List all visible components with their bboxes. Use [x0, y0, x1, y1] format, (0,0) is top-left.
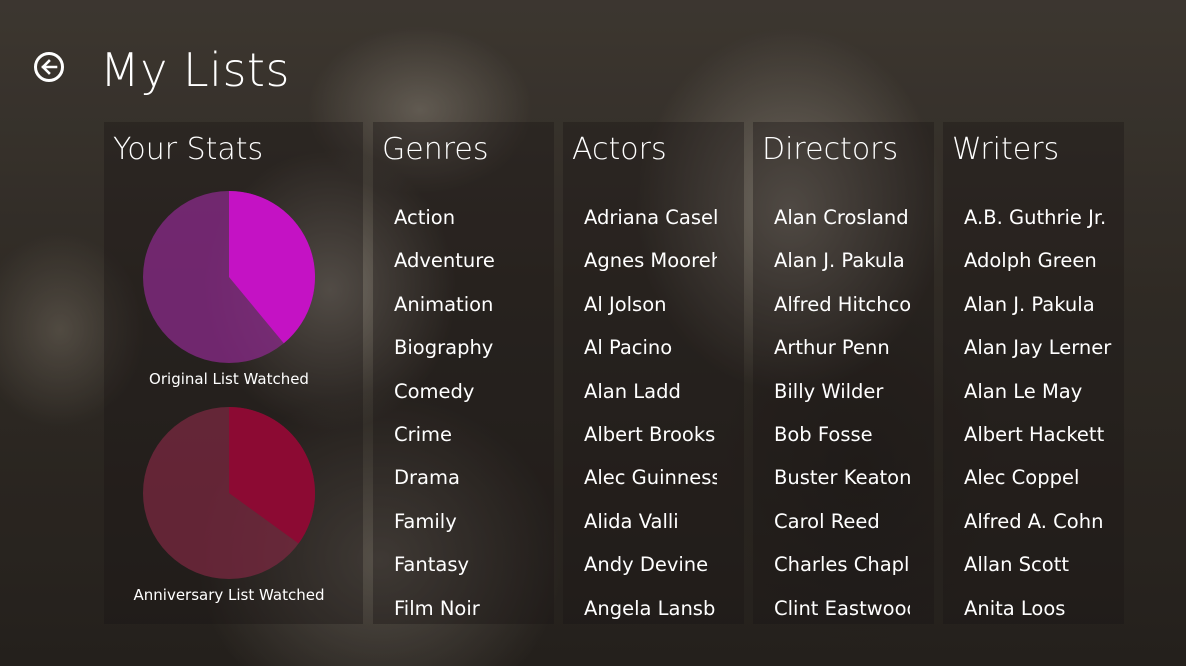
stats-title: Your Stats — [113, 132, 264, 167]
genres-list: Action Adventure Animation Biography Com… — [394, 196, 550, 624]
actor-item[interactable]: Al Pacino — [584, 326, 717, 369]
genre-item[interactable]: Film Noir — [394, 587, 550, 624]
original-watched-label: Original List Watched — [149, 370, 309, 388]
actor-item[interactable]: Al Jolson — [584, 283, 717, 326]
genres-panel: Genres Action Adventure Animation Biogra… — [373, 122, 554, 624]
back-arrow-icon — [41, 59, 58, 75]
director-item[interactable]: Carol Reed — [774, 500, 910, 543]
actors-list: Adriana Caselo Agnes Mooreh Al Jolson Al… — [584, 196, 717, 624]
genres-title[interactable]: Genres — [382, 130, 488, 170]
writer-item[interactable]: Adolph Green — [964, 239, 1120, 282]
genre-item[interactable]: Family — [394, 500, 550, 543]
writer-item[interactable]: Anita Loos — [964, 587, 1120, 624]
director-item[interactable]: Billy Wilder — [774, 370, 910, 413]
director-item[interactable]: Bob Fosse — [774, 413, 910, 456]
original-watched-pie-chart — [143, 191, 315, 363]
genre-item[interactable]: Drama — [394, 456, 550, 499]
director-item[interactable]: Arthur Penn — [774, 326, 910, 369]
back-button[interactable] — [34, 52, 64, 82]
actor-item[interactable]: Angela Lansbu — [584, 587, 717, 624]
genre-item[interactable]: Adventure — [394, 239, 550, 282]
director-item[interactable]: Alan J. Pakula — [774, 239, 910, 282]
writer-item[interactable]: Alec Coppel — [964, 456, 1120, 499]
writer-item[interactable]: Alfred A. Cohn — [964, 500, 1120, 543]
actors-panel: Actors Adriana Caselo Agnes Mooreh Al Jo… — [563, 122, 744, 624]
actor-item[interactable]: Agnes Mooreh — [584, 239, 717, 282]
director-item[interactable]: Alfred Hitchcoc — [774, 283, 910, 326]
page-title: My Lists — [100, 43, 290, 97]
actors-title[interactable]: Actors — [572, 130, 667, 170]
writer-item[interactable]: A.B. Guthrie Jr. — [964, 196, 1120, 239]
actor-item[interactable]: Alida Valli — [584, 500, 717, 543]
actor-item[interactable]: Adriana Caselo — [584, 196, 717, 239]
genre-item[interactable]: Biography — [394, 326, 550, 369]
writer-item[interactable]: Albert Hackett — [964, 413, 1120, 456]
director-item[interactable]: Alan Crosland — [774, 196, 910, 239]
stats-panel: Your Stats Original List Watched Anniver… — [104, 122, 363, 624]
actor-item[interactable]: Albert Brooks — [584, 413, 717, 456]
genre-item[interactable]: Action — [394, 196, 550, 239]
actor-item[interactable]: Alec Guinness — [584, 456, 717, 499]
genre-item[interactable]: Animation — [394, 283, 550, 326]
director-item[interactable]: Buster Keaton — [774, 456, 910, 499]
actor-item[interactable]: Alan Ladd — [584, 370, 717, 413]
director-item[interactable]: Clint Eastwood — [774, 587, 910, 624]
writers-title[interactable]: Writers — [952, 130, 1059, 170]
writer-item[interactable]: Allan Scott — [964, 543, 1120, 586]
writer-item[interactable]: Alan Le May — [964, 370, 1120, 413]
genre-item[interactable]: Fantasy — [394, 543, 550, 586]
actor-item[interactable]: Andy Devine — [584, 543, 717, 586]
anniversary-watched-label: Anniversary List Watched — [133, 586, 325, 604]
writer-item[interactable]: Alan Jay Lerner — [964, 326, 1120, 369]
directors-list: Alan Crosland Alan J. Pakula Alfred Hitc… — [774, 196, 910, 624]
writer-item[interactable]: Alan J. Pakula — [964, 283, 1120, 326]
genre-item[interactable]: Crime — [394, 413, 550, 456]
director-item[interactable]: Charles Chaplir — [774, 543, 910, 586]
directors-panel: Directors Alan Crosland Alan J. Pakula A… — [753, 122, 934, 624]
anniversary-watched-pie-chart — [143, 407, 316, 579]
directors-title[interactable]: Directors — [762, 130, 898, 170]
genre-item[interactable]: Comedy — [394, 370, 550, 413]
writers-panel: Writers A.B. Guthrie Jr. Adolph Green Al… — [943, 122, 1124, 624]
writers-list: A.B. Guthrie Jr. Adolph Green Alan J. Pa… — [964, 196, 1120, 624]
